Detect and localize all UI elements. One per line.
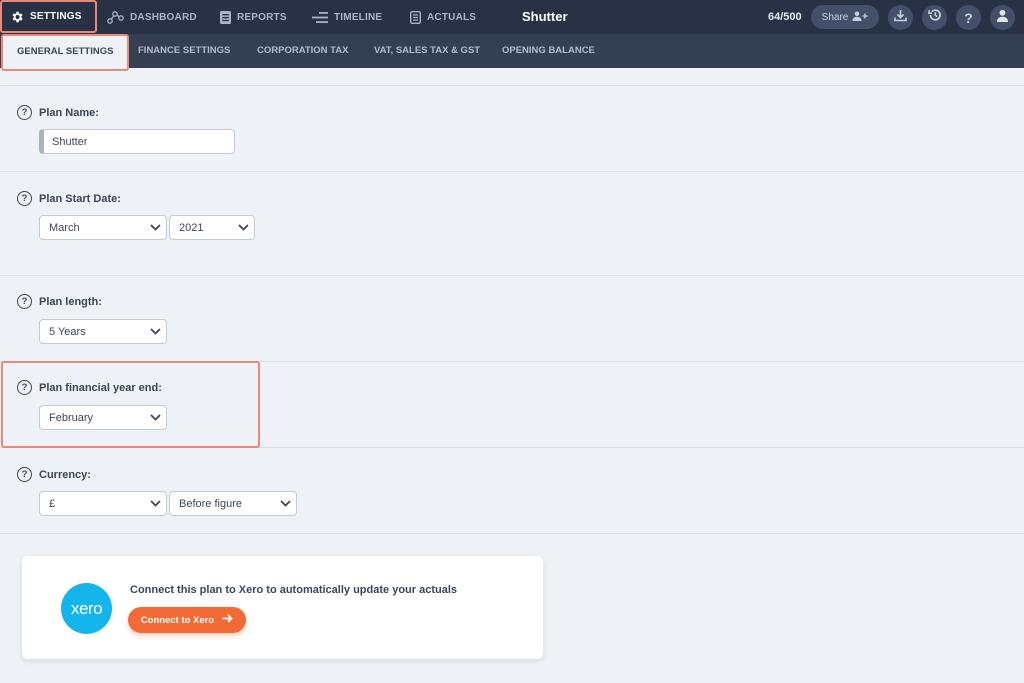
nav-dashboard-label: DASHBOARD	[130, 11, 197, 23]
share-label: Share	[821, 11, 849, 23]
tab-corporation-tax[interactable]: CORPORATION TAX	[257, 34, 348, 68]
nav-actuals-label: ACTUALS	[427, 11, 477, 23]
plan-name-label: Plan Name:	[39, 106, 99, 119]
year-end-label: Plan financial year end:	[39, 381, 162, 394]
xero-logo: xero	[61, 583, 112, 634]
connect-to-xero-label: Connect to Xero	[140, 614, 215, 626]
help-circle-icon[interactable]: ?	[17, 105, 32, 120]
plan-name-label-row: ? Plan Name:	[17, 105, 99, 120]
plan-name-input[interactable]: Shutter	[39, 129, 235, 154]
plan-length-label-row: ? Plan length:	[17, 294, 102, 309]
plan-title: Shutter	[522, 9, 568, 24]
nav-settings[interactable]: SETTINGS	[0, 0, 97, 33]
chevron-down-icon	[236, 221, 250, 235]
currency-position-select[interactable]: Before figure	[169, 491, 297, 516]
plan-name-value: Shutter	[52, 135, 88, 148]
divider	[0, 533, 1024, 534]
user-icon	[996, 9, 1009, 27]
currency-label-row: ? Currency:	[17, 467, 91, 482]
settings-subtabs: GENERAL SETTINGS FINANCE SETTINGS CORPOR…	[0, 34, 1024, 71]
nav-timeline-label: TIMELINE	[334, 11, 383, 23]
timeline-icon	[312, 11, 328, 23]
nav-actuals[interactable]: ACTUALS	[410, 0, 476, 34]
tab-finance-settings[interactable]: FINANCE SETTINGS	[138, 34, 230, 68]
help-circle-icon[interactable]: ?	[17, 467, 32, 482]
download-button[interactable]	[888, 5, 913, 30]
chevron-down-icon	[278, 497, 292, 511]
currency-symbol-select[interactable]: £	[39, 491, 167, 516]
add-user-icon	[852, 11, 868, 24]
plan-length-value: 5 Years	[49, 325, 86, 338]
nav-settings-label: SETTINGS	[30, 11, 82, 22]
start-month-select[interactable]: March	[39, 215, 167, 240]
question-icon: ?	[964, 9, 973, 26]
help-circle-icon[interactable]: ?	[17, 294, 32, 309]
share-button[interactable]: Share	[811, 5, 879, 29]
document-icon	[410, 10, 421, 24]
tab-vat-sales-tax-gst[interactable]: VAT, SALES TAX & GST	[374, 34, 480, 68]
currency-symbol-value: £	[49, 497, 56, 510]
plan-start-date-label: Plan Start Date:	[39, 192, 121, 205]
currency-position-value: Before figure	[179, 497, 242, 510]
plan-length-label: Plan length:	[39, 295, 102, 308]
year-end-label-row: ? Plan financial year end:	[17, 380, 162, 395]
year-end-value: February	[49, 411, 94, 424]
nav-reports-label: REPORTS	[237, 11, 287, 23]
usage-counter: 64/500	[768, 11, 802, 23]
start-year-value: 2021	[179, 221, 204, 234]
start-year-select[interactable]: 2021	[169, 215, 255, 240]
plan-length-select[interactable]: 5 Years	[39, 319, 167, 344]
gear-icon	[10, 10, 24, 24]
chevron-down-icon	[148, 497, 162, 511]
connect-to-xero-button[interactable]: Connect to Xero	[128, 607, 246, 633]
tab-general-settings[interactable]: GENERAL SETTINGS	[1, 34, 130, 71]
divider	[0, 171, 1024, 172]
year-end-select[interactable]: February	[39, 405, 167, 430]
history-button[interactable]	[922, 5, 947, 30]
report-icon	[220, 10, 231, 24]
start-month-value: March	[49, 221, 80, 234]
help-circle-icon[interactable]: ?	[17, 380, 32, 395]
nav-reports[interactable]: REPORTS	[220, 0, 287, 34]
nav-timeline[interactable]: TIMELINE	[312, 0, 382, 34]
help-button[interactable]: ?	[956, 5, 981, 30]
chevron-down-icon	[148, 221, 162, 235]
help-circle-icon[interactable]: ?	[17, 191, 32, 206]
xero-message: Connect this plan to Xero to automatical…	[130, 584, 457, 596]
plan-start-date-label-row: ? Plan Start Date:	[17, 191, 121, 206]
arrow-right-icon	[222, 614, 233, 626]
xero-connect-card: xero Connect this plan to Xero to automa…	[22, 556, 543, 659]
top-navigation: SETTINGS DASHBOARD REPORTS TIMELINE ACTU…	[0, 0, 1024, 34]
chevron-down-icon	[148, 325, 162, 339]
tab-opening-balance[interactable]: OPENING BALANCE	[502, 34, 595, 68]
account-button[interactable]	[990, 5, 1015, 30]
history-icon	[927, 8, 942, 27]
nav-dashboard[interactable]: DASHBOARD	[107, 0, 197, 34]
download-icon	[894, 9, 907, 27]
divider	[0, 275, 1024, 276]
divider	[0, 85, 1024, 86]
chevron-down-icon	[148, 411, 162, 425]
currency-label: Currency:	[39, 468, 91, 481]
nodes-icon	[107, 10, 124, 24]
